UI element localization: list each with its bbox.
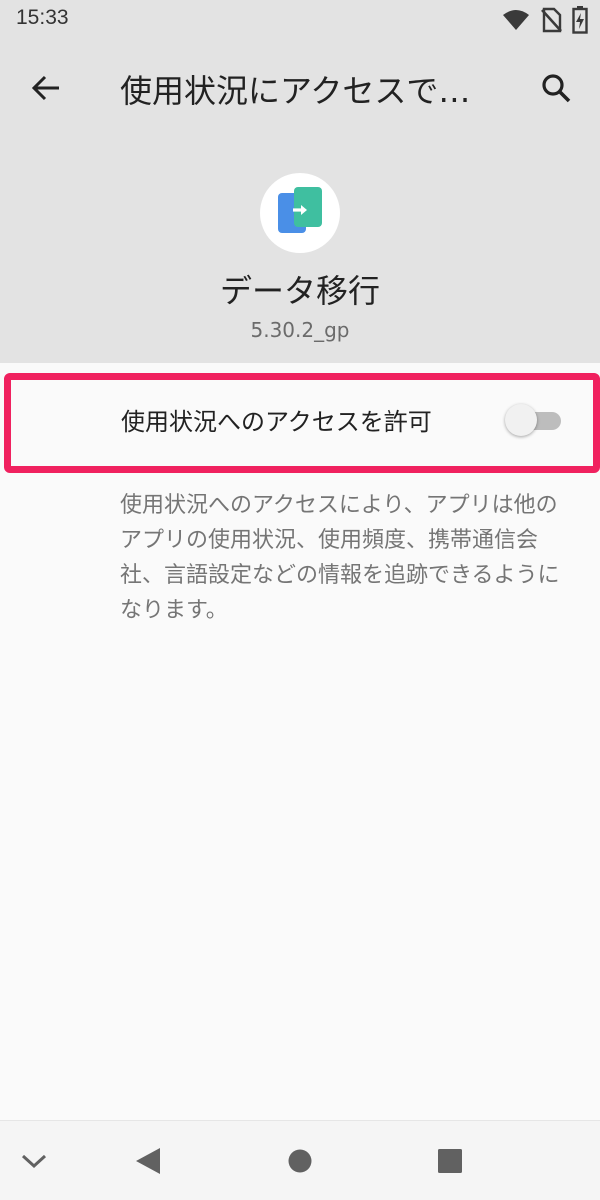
app-version: 5.30.2_gp — [250, 318, 350, 342]
usage-access-switch[interactable] — [505, 402, 565, 438]
status-bar: 15:33 — [0, 0, 600, 40]
status-icons — [502, 6, 588, 34]
recents-square-icon — [438, 1149, 462, 1173]
status-time: 15:33 — [16, 6, 69, 29]
nav-recents-button[interactable] — [430, 1141, 470, 1181]
navigation-bar — [0, 1120, 600, 1200]
app-icon — [260, 173, 340, 253]
battery-charging-icon — [572, 6, 588, 34]
home-circle-icon — [288, 1149, 312, 1173]
switch-thumb — [505, 404, 537, 436]
back-button[interactable] — [20, 64, 72, 112]
usage-access-toggle-row[interactable]: 使用状況へのアクセスを許可 — [0, 363, 600, 475]
app-name: データ移行 — [219, 272, 380, 310]
wifi-icon — [503, 10, 529, 30]
back-triangle-icon — [136, 1148, 160, 1174]
arrow-back-icon — [31, 75, 59, 101]
nav-back-button[interactable] — [128, 1141, 168, 1181]
toolbar: 使用状況にアクセスで… — [0, 52, 600, 124]
header-area: 15:33 使用状況にアクセスで… データ移行 5.30.2_gp — [0, 0, 600, 363]
collapse-button[interactable] — [14, 1141, 54, 1181]
usage-access-toggle-label: 使用状況へのアクセスを許可 — [121, 408, 432, 436]
search-icon — [542, 74, 571, 103]
search-button[interactable] — [532, 64, 580, 112]
data-transfer-app-icon — [278, 187, 322, 233]
collapse-chevron-icon — [21, 1154, 47, 1169]
usage-access-settings-screen: 15:33 使用状況にアクセスで… データ移行 5.30.2_gp 使用状況への… — [0, 0, 600, 1200]
page-title: 使用状況にアクセスで… — [120, 72, 471, 110]
no-sim-icon — [541, 7, 562, 33]
highlight-frame: 使用状況へのアクセスを許可 — [4, 373, 600, 473]
nav-home-button[interactable] — [280, 1141, 320, 1181]
usage-access-description: 使用状況へのアクセスにより、アプリは他のアプリの使用状況、使用頻度、携帯通信会社… — [120, 493, 560, 623]
